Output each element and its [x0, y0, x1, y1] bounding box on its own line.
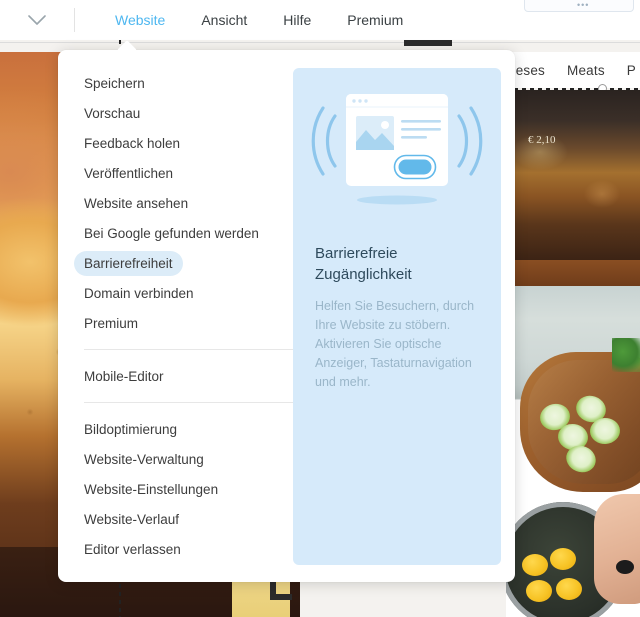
- menu-item-label: Premium: [84, 315, 139, 331]
- accessibility-info-card: Barrierefreie Zugänglichkeit Helfen Sie …: [293, 68, 501, 565]
- site-nav-item-p[interactable]: P: [627, 63, 636, 78]
- menu-item-label: Feedback holen: [84, 135, 181, 151]
- editor-menu-bar: Website Ansicht Hilfe Premium: [75, 0, 421, 40]
- menu-item-label: Bei Google gefunden werden: [84, 225, 259, 241]
- menu-ansicht[interactable]: Ansicht: [183, 0, 265, 40]
- selection-dot: [616, 560, 634, 574]
- site-nav-item-meats[interactable]: Meats: [567, 63, 605, 78]
- menu-item-label: Website-Einstellungen: [84, 481, 219, 497]
- menu-item-label: Veröffentlichen: [84, 165, 174, 181]
- menu-item-label: Domain verbinden: [84, 285, 194, 301]
- page-tab-indicator[interactable]: [404, 40, 452, 46]
- page-chrome-divider: [0, 42, 640, 43]
- menu-item-label: Vorschau: [84, 105, 141, 121]
- menu-item-label: Editor verlassen: [84, 541, 181, 557]
- egg-yolk: [550, 548, 576, 570]
- menu-premium[interactable]: Premium: [329, 0, 421, 40]
- egg-yolk: [556, 578, 582, 600]
- website-dropdown-menu: Speichern Vorschau Feedback holen Veröff…: [58, 40, 515, 582]
- parsley-herb: [612, 338, 640, 372]
- menu-item-label: Bildoptimierung: [84, 421, 178, 437]
- editor-topbar: Website Ansicht Hilfe Premium •••: [0, 0, 640, 40]
- accessibility-browser-illustration: [311, 80, 483, 230]
- price-label: € 2,10: [528, 134, 556, 146]
- egg-yolk: [526, 580, 552, 602]
- egg-yolk: [522, 554, 548, 576]
- chevron-down-icon: [28, 14, 46, 26]
- wood-strip: [506, 260, 640, 288]
- menu-website[interactable]: Website: [97, 0, 183, 40]
- menu-item-label: Mobile-Editor: [84, 368, 164, 384]
- hero-photo-right-top: € 2,10: [506, 90, 640, 262]
- menu-item-label: Barrierefreiheit: [74, 250, 183, 276]
- top-right-chip[interactable]: •••: [524, 0, 634, 12]
- menu-item-label: Website-Verwaltung: [84, 451, 204, 467]
- menu-separator: [84, 349, 312, 350]
- menu-item-label: Speichern: [84, 75, 145, 91]
- info-card-description: Helfen Sie Besuchern, durch Ihre Website…: [315, 299, 475, 390]
- editor-screen: Cheeses Meats P € 2,10 Website Ansicht H…: [0, 0, 640, 617]
- menu-hilfe[interactable]: Hilfe: [265, 0, 329, 40]
- hand: [594, 494, 640, 604]
- info-card-title: Barrierefreie Zugänglichkeit: [315, 245, 412, 283]
- chip-dots-icon: •••: [577, 0, 590, 10]
- menu-separator: [84, 402, 312, 403]
- menu-item-label: Website ansehen: [84, 195, 189, 211]
- menu-item-label: Website-Verlauf: [84, 511, 180, 527]
- collapse-toolbar-button[interactable]: [0, 0, 74, 40]
